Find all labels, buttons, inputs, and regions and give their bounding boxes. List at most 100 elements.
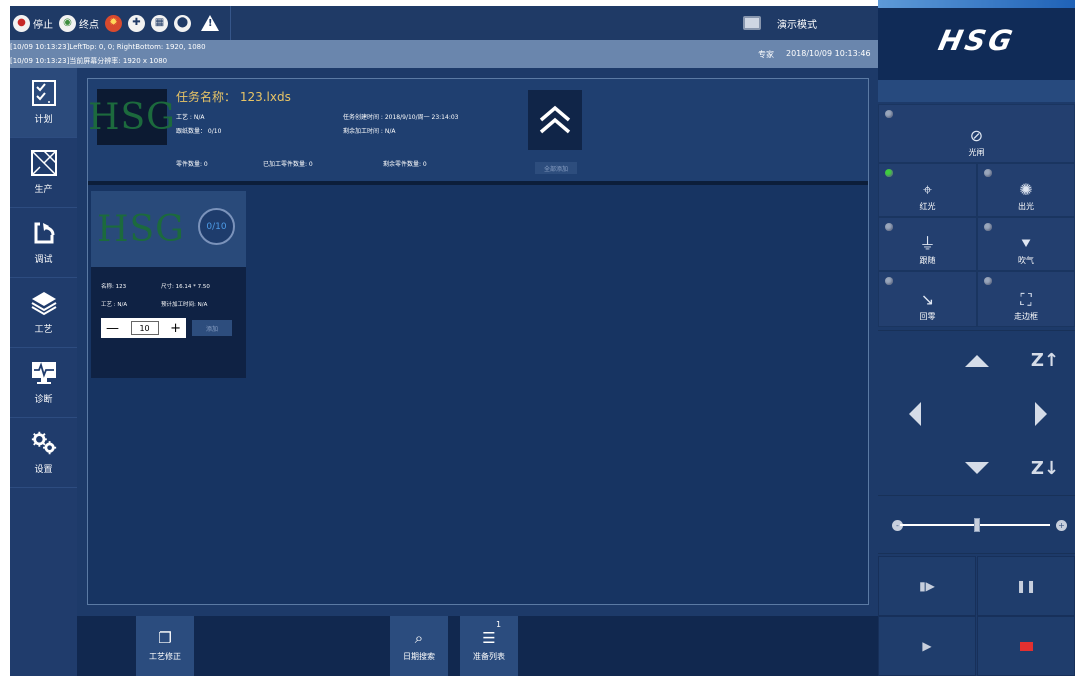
slider-thumb[interactable] (974, 518, 980, 532)
task-created-time: 任务创建时间 : 2018/9/10/周一 23:14:03 (343, 114, 459, 121)
task-remaining-time: 剩余加工时间 : N/A (343, 128, 396, 135)
jog-down-button[interactable] (965, 458, 989, 478)
jog-left-button[interactable] (905, 401, 925, 427)
endpoint-button[interactable]: ◉ 终点 (56, 8, 102, 38)
plus-icon[interactable]: + (1056, 520, 1067, 531)
no-beam-icon: ⊘ (969, 126, 984, 145)
monitor-icon (743, 16, 761, 30)
return-arrow-icon: ↘ (920, 290, 935, 309)
nav-debug-label: 调试 (34, 255, 53, 265)
pause-button[interactable]: ❚❚ (977, 556, 1075, 616)
pin-icon: ⬤ (174, 14, 191, 32)
shutter-toggle[interactable]: ⊘ 光闸 (878, 104, 1075, 163)
nav-craft[interactable]: 工艺 (10, 278, 77, 348)
return-indicator (885, 277, 893, 285)
nav-diagnose[interactable]: 诊断 (10, 348, 77, 418)
quantity-input[interactable] (130, 321, 159, 335)
arrow-down-icon (965, 462, 989, 474)
blow-toggle[interactable]: ⯆ 吹气 (977, 217, 1075, 271)
mode-label: 演示模式 (777, 19, 817, 31)
app-window: ● 停止 ◉ 终点 ✹ ✚ ▦ ⬤ ! 演示模式 [10/09 10:13:23… (0, 0, 1075, 676)
prepare-list-badge: 1 (496, 620, 502, 629)
nav-production[interactable]: 生产 (10, 138, 77, 208)
sunburst-icon: ✺ (1019, 180, 1033, 199)
step-play-button[interactable]: ▮▶ (878, 556, 976, 616)
burst-icon: ✹ (105, 14, 122, 32)
nav-debug[interactable]: 调试 (10, 208, 77, 278)
red-light-indicator (885, 169, 893, 177)
z-up-button[interactable]: Z↑ (1025, 347, 1065, 373)
task-done-count: 已加工零件数量: 0 (263, 161, 313, 168)
layers-icon (30, 290, 58, 316)
jog-right-button[interactable] (1031, 401, 1051, 427)
datetime: 2018/10/09 10:13:46 (786, 49, 871, 58)
arrow-left-icon (909, 402, 921, 426)
return-zero-toggle[interactable]: ↘ 回零 (878, 271, 977, 327)
craft-correct-button[interactable]: ❐ 工艺修正 (136, 616, 194, 676)
endpoint-label: 终点 (79, 19, 99, 31)
stop-button[interactable]: ● 停止 (10, 8, 56, 38)
task-title: 任务名称： 123.lxds (176, 90, 291, 104)
shutter-label: 光闸 (968, 148, 985, 157)
beam-toggle[interactable]: ✺ 出光 (977, 163, 1075, 217)
follow-toggle[interactable]: ⏚ 跟随 (878, 217, 977, 271)
stop-label: 停止 (33, 19, 53, 31)
jog-up-button[interactable] (965, 351, 989, 371)
nav-craft-label: 工艺 (34, 325, 53, 335)
date-search-button[interactable]: ⌕ 日期搜索 (390, 616, 448, 676)
play-button[interactable]: ▶ (878, 616, 976, 676)
pin-circle-button[interactable]: ⬤ (171, 8, 194, 38)
part-estimate: 预计加工时间: N/A (161, 302, 208, 308)
collapse-up-button[interactable] (528, 90, 582, 150)
double-chevron-up-icon (539, 105, 571, 134)
part-craft: 工艺 : N/A (101, 302, 128, 308)
brand-logo: HSG (935, 23, 1018, 57)
z-down-button[interactable]: Z↓ (1025, 455, 1065, 481)
pause-circle-button[interactable]: ✚ (125, 8, 148, 38)
nav-settings[interactable]: 设置 (10, 418, 77, 488)
emergency-button[interactable]: ✹ (102, 8, 125, 38)
part-card[interactable]: HSG 0/10 名称: 123 尺寸: 16.14 * 7.50 工艺 : N… (91, 191, 246, 378)
task-nest-count: 跟纸数量： 0/10 (176, 128, 222, 135)
monitor-pulse-icon (30, 360, 58, 386)
task-left-count: 剩余零件数量: 0 (383, 161, 427, 168)
gears-icon (30, 430, 58, 456)
blow-indicator (984, 223, 992, 231)
layout-icon (30, 150, 58, 176)
main-area: HSG 任务名称： 123.lxds 工艺 : N/A 跟纸数量： 0/10 任… (77, 68, 878, 616)
craft-correct-label: 工艺修正 (149, 651, 181, 661)
warning-icon: ! (201, 15, 219, 31)
nav-diagnose-label: 诊断 (34, 395, 53, 405)
status-infobar: [10/09 10:13:23]LeftTop: 0, 0; RightBott… (10, 40, 878, 68)
user-role: 专家 (758, 50, 774, 59)
log-line-1: [10/09 10:13:23]LeftTop: 0, 0; RightBott… (10, 43, 206, 51)
toolbar-divider (230, 6, 231, 40)
task-panel: HSG 任务名称： 123.lxds 工艺 : N/A 跟纸数量： 0/10 任… (87, 78, 869, 605)
shutter-indicator (885, 110, 893, 118)
part-card-header: HSG 0/10 (91, 191, 246, 267)
part-size: 尺寸: 16.14 * 7.50 (161, 284, 210, 290)
demo-mode-indicator[interactable]: 演示模式 (743, 6, 817, 40)
prepare-list-button[interactable]: 1 ☰ 准备列表 (460, 616, 518, 676)
warning-button[interactable]: ! (194, 8, 222, 38)
red-light-toggle[interactable]: ⌖ 红光 (878, 163, 977, 217)
right-panel-strip (878, 80, 1075, 102)
beam-label: 出光 (1018, 202, 1034, 211)
frame-toggle[interactable]: ⛶ 走边框 (977, 271, 1075, 327)
brand-header: HSG (878, 0, 1075, 80)
arrow-right-icon (1035, 402, 1047, 426)
task-logo-text: HSG (88, 96, 176, 138)
nav-plan[interactable]: 计划 (10, 68, 77, 138)
record-circle-button[interactable]: ▦ (148, 8, 171, 38)
search-icon: ⌕ (414, 628, 424, 647)
plus-circle-icon: ✚ (128, 14, 145, 32)
checklist-icon (30, 80, 58, 106)
stop-run-button[interactable] (977, 616, 1075, 676)
decrement-button[interactable]: — (106, 322, 119, 335)
add-all-button[interactable]: 全部添加 (535, 162, 577, 174)
follow-icon: ⏚ (919, 234, 936, 253)
return-label: 回零 (919, 312, 936, 321)
increment-button[interactable]: + (170, 322, 181, 335)
add-part-button[interactable]: 添加 (192, 320, 232, 336)
speed-slider[interactable]: - + (878, 496, 1075, 554)
